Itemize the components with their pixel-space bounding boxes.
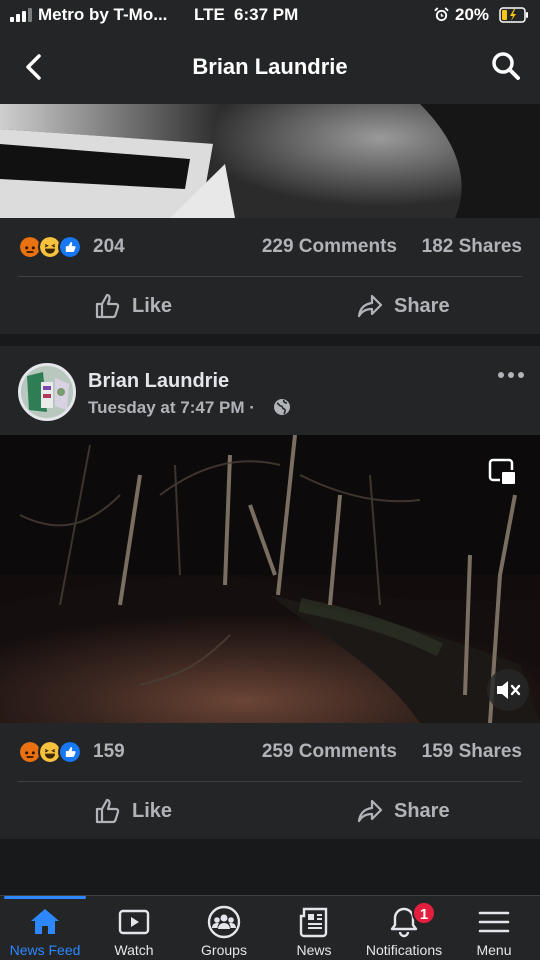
share-label: Share bbox=[394, 799, 450, 822]
like-button[interactable]: Like bbox=[94, 277, 172, 335]
share-button[interactable]: Share bbox=[356, 277, 450, 335]
post-timestamp[interactable]: Tuesday at 7:47 PM · bbox=[88, 398, 255, 418]
reactions-summary[interactable]: 159 259 Comments 159 Shares bbox=[0, 723, 540, 781]
screen: Metro by T-Mo... LTE 6:37 PM 20% Brian L… bbox=[0, 0, 540, 960]
avatar[interactable] bbox=[18, 363, 76, 421]
tab-menu[interactable]: Menu bbox=[449, 896, 539, 960]
page-title: Brian Laundrie bbox=[192, 54, 348, 79]
share-icon bbox=[357, 799, 383, 823]
active-tab-indicator bbox=[4, 896, 86, 899]
tab-notifications[interactable]: 1 Notifications bbox=[359, 896, 449, 960]
like-reaction-icon bbox=[58, 235, 82, 259]
video-thumbnail bbox=[0, 435, 540, 723]
like-reaction-icon bbox=[58, 740, 82, 764]
reaction-icons bbox=[18, 235, 90, 259]
carrier-name: Metro by T-Mo... bbox=[38, 5, 168, 24]
video-player[interactable] bbox=[0, 435, 540, 723]
tab-label: News bbox=[296, 942, 332, 958]
globe-icon bbox=[274, 399, 290, 415]
like-icon bbox=[95, 798, 120, 824]
tab-watch[interactable]: Watch bbox=[89, 896, 179, 960]
video-icon bbox=[118, 909, 150, 935]
tab-label: Notifications bbox=[365, 942, 443, 958]
tab-label: Watch bbox=[114, 942, 154, 958]
comments-count[interactable]: 229 Comments bbox=[262, 236, 397, 258]
post-actions: Like Share bbox=[0, 782, 540, 840]
reaction-icons bbox=[18, 740, 90, 764]
tab-label: Menu bbox=[476, 942, 512, 958]
like-button[interactable]: Like bbox=[94, 782, 172, 840]
reactions-summary[interactable]: 204 229 Comments 182 Shares bbox=[0, 218, 540, 276]
picture-in-picture-icon[interactable] bbox=[487, 457, 519, 489]
comments-count[interactable]: 259 Comments bbox=[262, 741, 397, 763]
app-header: Brian Laundrie bbox=[0, 30, 540, 104]
newspaper-icon bbox=[299, 907, 328, 938]
share-label: Share bbox=[394, 294, 450, 317]
like-label: Like bbox=[132, 799, 173, 822]
battery-charging-icon bbox=[499, 7, 528, 23]
like-icon bbox=[95, 293, 120, 319]
like-label: Like bbox=[132, 294, 173, 317]
share-button[interactable]: Share bbox=[356, 782, 450, 840]
bottom-tab-bar: News Feed Watch Groups News 1 Notificati… bbox=[0, 895, 540, 960]
share-icon bbox=[357, 294, 383, 318]
shares-count[interactable]: 182 Shares bbox=[422, 236, 522, 258]
home-icon bbox=[31, 909, 59, 934]
feed-separator bbox=[0, 839, 540, 895]
post-footer: 204 229 Comments 182 Shares Like Share bbox=[0, 218, 540, 334]
tab-news-feed[interactable]: News Feed bbox=[0, 896, 90, 960]
status-bar: Metro by T-Mo... LTE 6:37 PM 20% bbox=[0, 0, 540, 30]
alarm-icon bbox=[434, 7, 449, 22]
feed-separator bbox=[0, 334, 540, 346]
search-icon[interactable] bbox=[490, 50, 522, 82]
network-type: LTE bbox=[194, 5, 225, 24]
hamburger-icon bbox=[478, 911, 510, 933]
signal-icon bbox=[10, 8, 32, 22]
reaction-count: 159 bbox=[93, 741, 125, 762]
battery-percent: 20% bbox=[455, 5, 490, 24]
reaction-count: 204 bbox=[93, 236, 125, 257]
mute-icon[interactable] bbox=[487, 669, 529, 711]
clock: 6:37 PM bbox=[234, 5, 299, 24]
tab-news[interactable]: News bbox=[269, 896, 359, 960]
notification-badge: 1 bbox=[412, 901, 436, 925]
post-header: Brian Laundrie Tuesday at 7:47 PM · bbox=[0, 346, 540, 435]
tab-label: Groups bbox=[201, 942, 247, 958]
tab-label: News Feed bbox=[9, 942, 81, 958]
author-name[interactable]: Brian Laundrie bbox=[88, 370, 229, 393]
post-footer: 159 259 Comments 159 Shares Like Share bbox=[0, 723, 540, 839]
more-options-icon[interactable] bbox=[497, 370, 525, 380]
post-image[interactable] bbox=[0, 104, 540, 218]
post-actions: Like Share bbox=[0, 277, 540, 335]
tab-groups[interactable]: Groups bbox=[179, 896, 269, 960]
post-photo bbox=[0, 104, 540, 218]
avatar-image bbox=[21, 366, 73, 418]
groups-icon bbox=[207, 905, 241, 939]
shares-count[interactable]: 159 Shares bbox=[422, 741, 522, 763]
